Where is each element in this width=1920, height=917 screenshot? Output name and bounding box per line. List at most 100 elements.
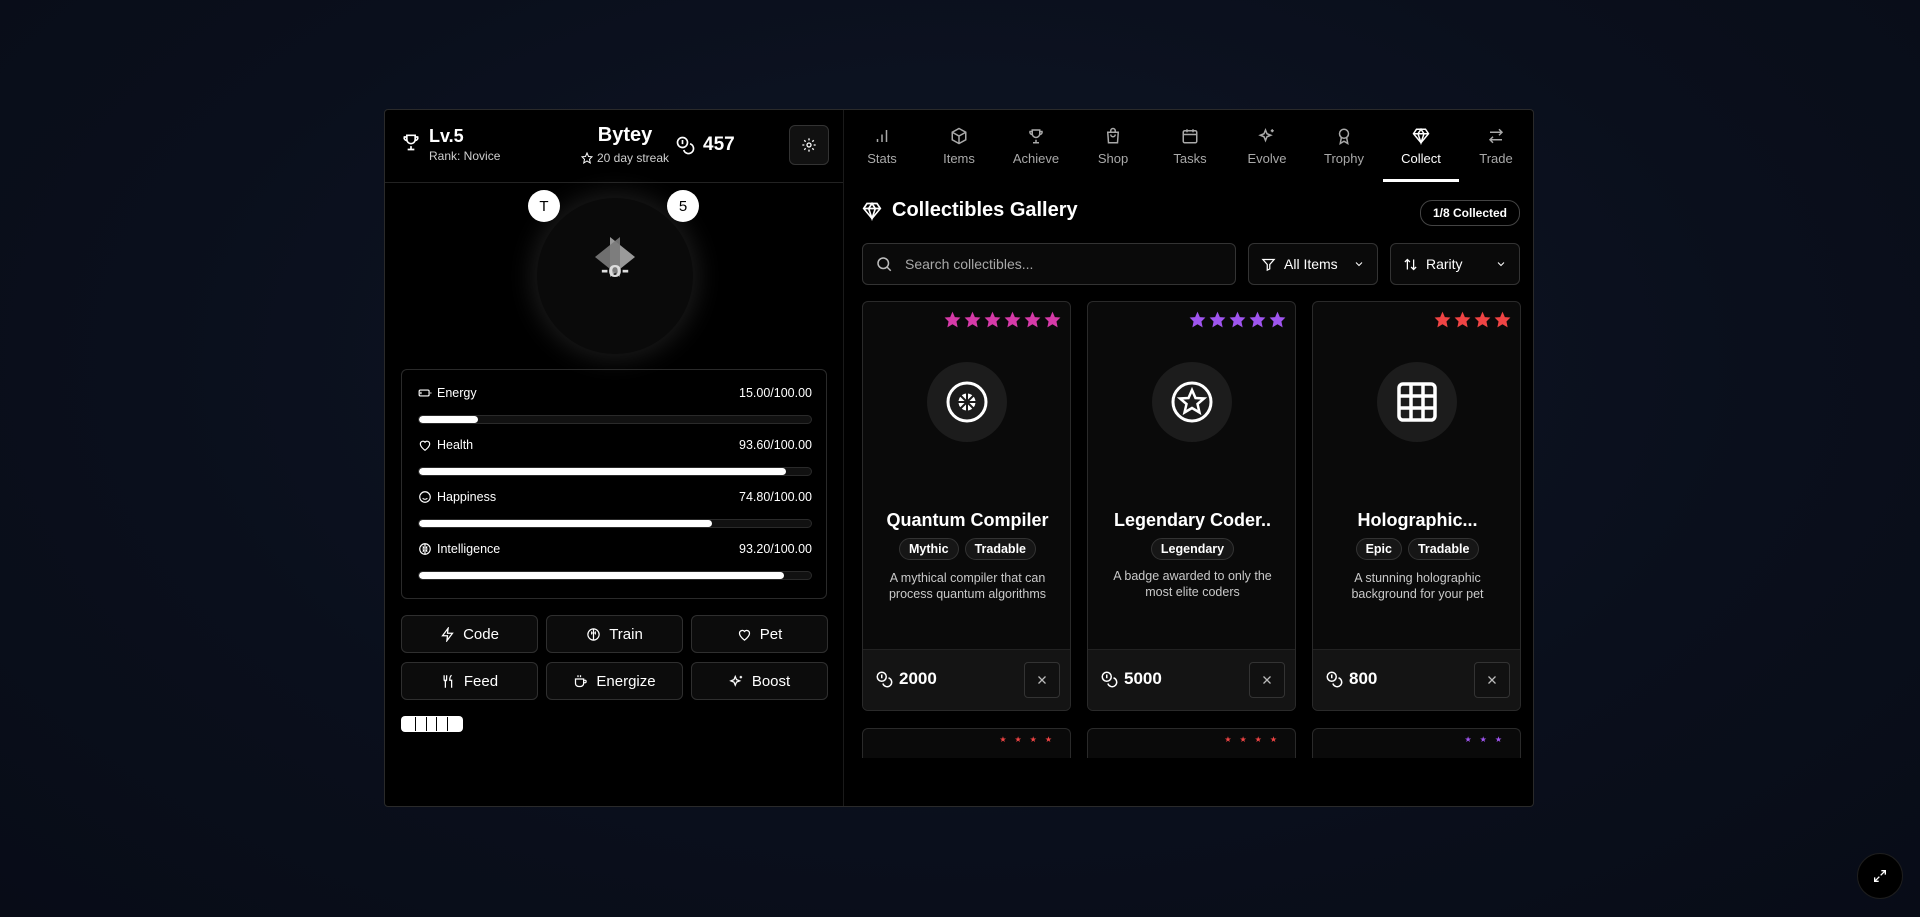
filter-dropdown[interactable]: All Items: [1248, 243, 1378, 285]
tradable-tag: Tradable: [1407, 538, 1480, 560]
smile-icon: [419, 491, 431, 503]
collectible-emblem: [927, 362, 1007, 442]
filter-label: All Items: [1284, 256, 1338, 272]
pet-face: -o-: [600, 257, 630, 282]
settings-button[interactable]: [789, 125, 829, 165]
card-footer: 5000: [1088, 649, 1295, 710]
tab-tasks[interactable]: Tasks: [1152, 110, 1228, 182]
trophy-icon: [403, 134, 419, 151]
tab-collect[interactable]: Collect: [1383, 110, 1459, 182]
star-icon: [1209, 311, 1226, 328]
code-button[interactable]: Code: [401, 615, 538, 653]
health-bar-fill: [419, 468, 786, 475]
collectible-card[interactable]: Legendary Coder.. Legendary A badge awar…: [1087, 301, 1296, 711]
collectible-card-partial[interactable]: ★★★★: [862, 728, 1071, 758]
stat-health: Health 93.60/100.00: [418, 438, 812, 476]
star-icon: [1249, 311, 1266, 328]
xp-progress-indicator: [401, 716, 463, 732]
price-value: 5000: [1124, 669, 1162, 688]
calendar-icon: [1182, 128, 1198, 143]
rarity-stars: ★★★: [1464, 735, 1510, 744]
tab-label: Tasks: [1173, 150, 1207, 166]
collectible-price: 2000: [875, 669, 937, 689]
expand-icon: [1874, 870, 1886, 882]
action-label: Feed: [463, 672, 499, 690]
search-box: [862, 243, 1236, 285]
sort-label: Rarity: [1426, 256, 1463, 272]
stat-label: Happiness: [437, 490, 497, 504]
train-button[interactable]: Train: [546, 615, 683, 653]
stats-panel: Energy 15.00/100.00 Health 93.60/100.00 …: [401, 369, 827, 599]
coin-count: 457: [703, 134, 735, 155]
collectible-card-partial[interactable]: ★★★★: [1087, 728, 1296, 758]
card-footer: 2000: [863, 649, 1070, 710]
collectible-card-partial[interactable]: ★★★: [1312, 728, 1521, 758]
collectible-tags: Epic Tradable: [1313, 538, 1520, 560]
gem-icon: [862, 201, 882, 221]
pet-button[interactable]: Pet: [691, 615, 828, 653]
quantum-chip-icon: [946, 381, 988, 423]
rarity-tag: Legendary: [1150, 538, 1235, 560]
star-icon: [580, 152, 593, 164]
coins-icon: [876, 671, 893, 688]
award-icon: [1338, 128, 1350, 145]
tab-trophy[interactable]: Trophy: [1306, 110, 1382, 182]
tab-achieve[interactable]: Achieve: [998, 110, 1074, 182]
unavailable-button[interactable]: [1024, 662, 1060, 698]
price-value: 2000: [899, 669, 937, 688]
collectible-card[interactable]: Quantum Compiler Mythic Tradable A mythi…: [862, 301, 1071, 711]
chevron-down-icon: [1497, 262, 1505, 267]
tab-trade[interactable]: Trade: [1458, 110, 1533, 182]
star-icon: [1189, 311, 1206, 328]
content-panel: Stats Items Achieve Shop Tasks Evolve Tr…: [843, 110, 1533, 806]
pet-header: Lv.5 Rank: Novice Bytey 20 day streak 45…: [385, 110, 843, 183]
level-info: Lv.5 Rank: Novice: [401, 126, 500, 163]
star-icon: [1004, 311, 1021, 328]
brain-icon: [419, 543, 431, 555]
star-icon: [1434, 311, 1451, 328]
heart-icon: [738, 629, 750, 641]
search-input[interactable]: [903, 255, 1207, 273]
tab-label: Shop: [1097, 150, 1129, 166]
collectible-card[interactable]: Holographic... Epic Tradable A stunning …: [1312, 301, 1521, 711]
star-icon: [984, 311, 1001, 328]
stat-intelligence: Intelligence 93.20/100.00: [418, 542, 812, 580]
tab-stats[interactable]: Stats: [844, 110, 920, 182]
close-icon: [1263, 676, 1271, 684]
collectible-tags: Mythic Tradable: [863, 538, 1070, 560]
tab-label: Stats: [867, 150, 897, 166]
unavailable-button[interactable]: [1249, 662, 1285, 698]
bar-chart-icon: [876, 129, 888, 142]
collectible-description: A stunning holographic background for yo…: [1351, 571, 1484, 601]
coffee-icon: [575, 674, 588, 687]
tradable-tag: Tradable: [964, 538, 1036, 560]
intelligence-bar: [418, 571, 812, 580]
close-icon: [1038, 676, 1046, 684]
collectible-emblem: [1152, 362, 1232, 442]
star-icon: [1044, 311, 1061, 328]
stat-label: Health: [437, 438, 474, 452]
pet-panel: Lv.5 Rank: Novice Bytey 20 day streak 45…: [385, 110, 843, 806]
boost-button[interactable]: Boost: [691, 662, 828, 700]
unavailable-button[interactable]: [1474, 662, 1510, 698]
coins-icon: [1101, 671, 1118, 688]
collectible-tags: Legendary: [1088, 538, 1295, 560]
collectible-description: A mythical compiler that can process qua…: [888, 571, 1047, 601]
happiness-bar-fill: [419, 520, 713, 527]
tab-items[interactable]: Items: [921, 110, 997, 182]
pet-avatar[interactable]: -o-: [537, 198, 693, 354]
fullscreen-button[interactable]: [1857, 853, 1903, 899]
energize-button[interactable]: Energize: [546, 662, 683, 700]
tab-shop[interactable]: Shop: [1075, 110, 1151, 182]
rarity-stars: ★★★★: [1224, 735, 1285, 744]
stat-value: 74.80/100.00: [739, 490, 812, 504]
energy-bar-fill: [419, 416, 478, 423]
coins-icon: [1326, 671, 1343, 688]
sparkles-icon: [729, 674, 742, 687]
shopping-bag-icon: [1106, 127, 1120, 143]
star-icon: [964, 311, 981, 328]
sort-dropdown[interactable]: Rarity: [1390, 243, 1520, 285]
feed-button[interactable]: Feed: [401, 662, 538, 700]
grid-icon: [1397, 382, 1437, 422]
tab-evolve[interactable]: Evolve: [1229, 110, 1305, 182]
